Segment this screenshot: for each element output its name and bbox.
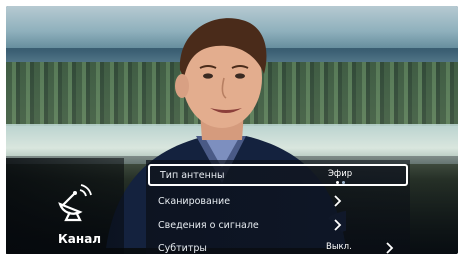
dot-active xyxy=(336,181,339,184)
chevron-right-icon xyxy=(334,219,342,231)
dot-inactive xyxy=(342,181,345,184)
menu-item-scanning[interactable]: Сканирование xyxy=(148,190,408,212)
menu-item-label: Субтитры xyxy=(158,242,207,254)
subtitles-value: Выкл. xyxy=(326,242,352,252)
antenna-type-value: Эфир xyxy=(328,169,353,179)
satellite-dish-icon xyxy=(58,184,92,222)
menu-item-label: Сведения о сигнале xyxy=(158,219,259,231)
menu-item-label: Сканирование xyxy=(158,195,231,207)
chevron-right-icon xyxy=(334,195,342,207)
menu-item-label: Тип антенны xyxy=(160,169,225,181)
menu-item-signal-info[interactable]: Сведения о сигнале xyxy=(148,214,408,236)
menu-item-antenna-type[interactable]: Тип антенны xyxy=(148,164,408,186)
chevron-right-icon xyxy=(386,242,394,254)
menu-item-subtitles[interactable]: Субтитры xyxy=(148,237,408,259)
value-page-dots xyxy=(336,181,345,184)
category-label-channel: Канал xyxy=(58,232,102,246)
